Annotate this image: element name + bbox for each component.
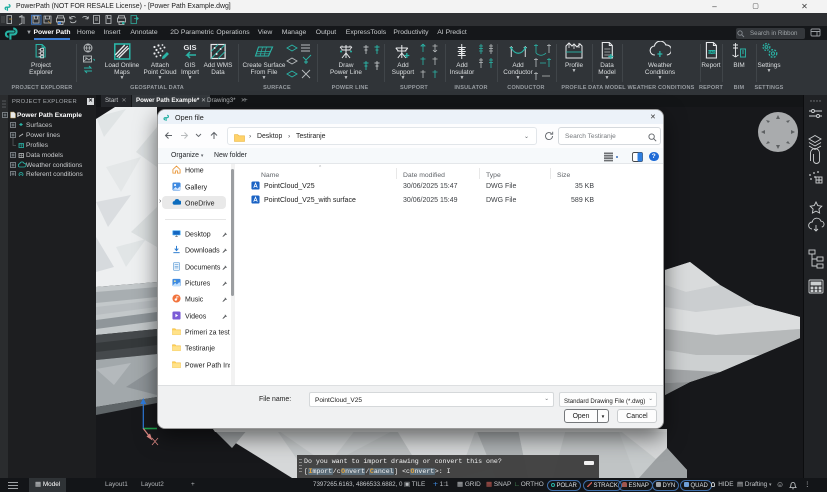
svg-text:SAG: SAG <box>708 50 716 54</box>
svg-text:GIS: GIS <box>184 43 197 52</box>
